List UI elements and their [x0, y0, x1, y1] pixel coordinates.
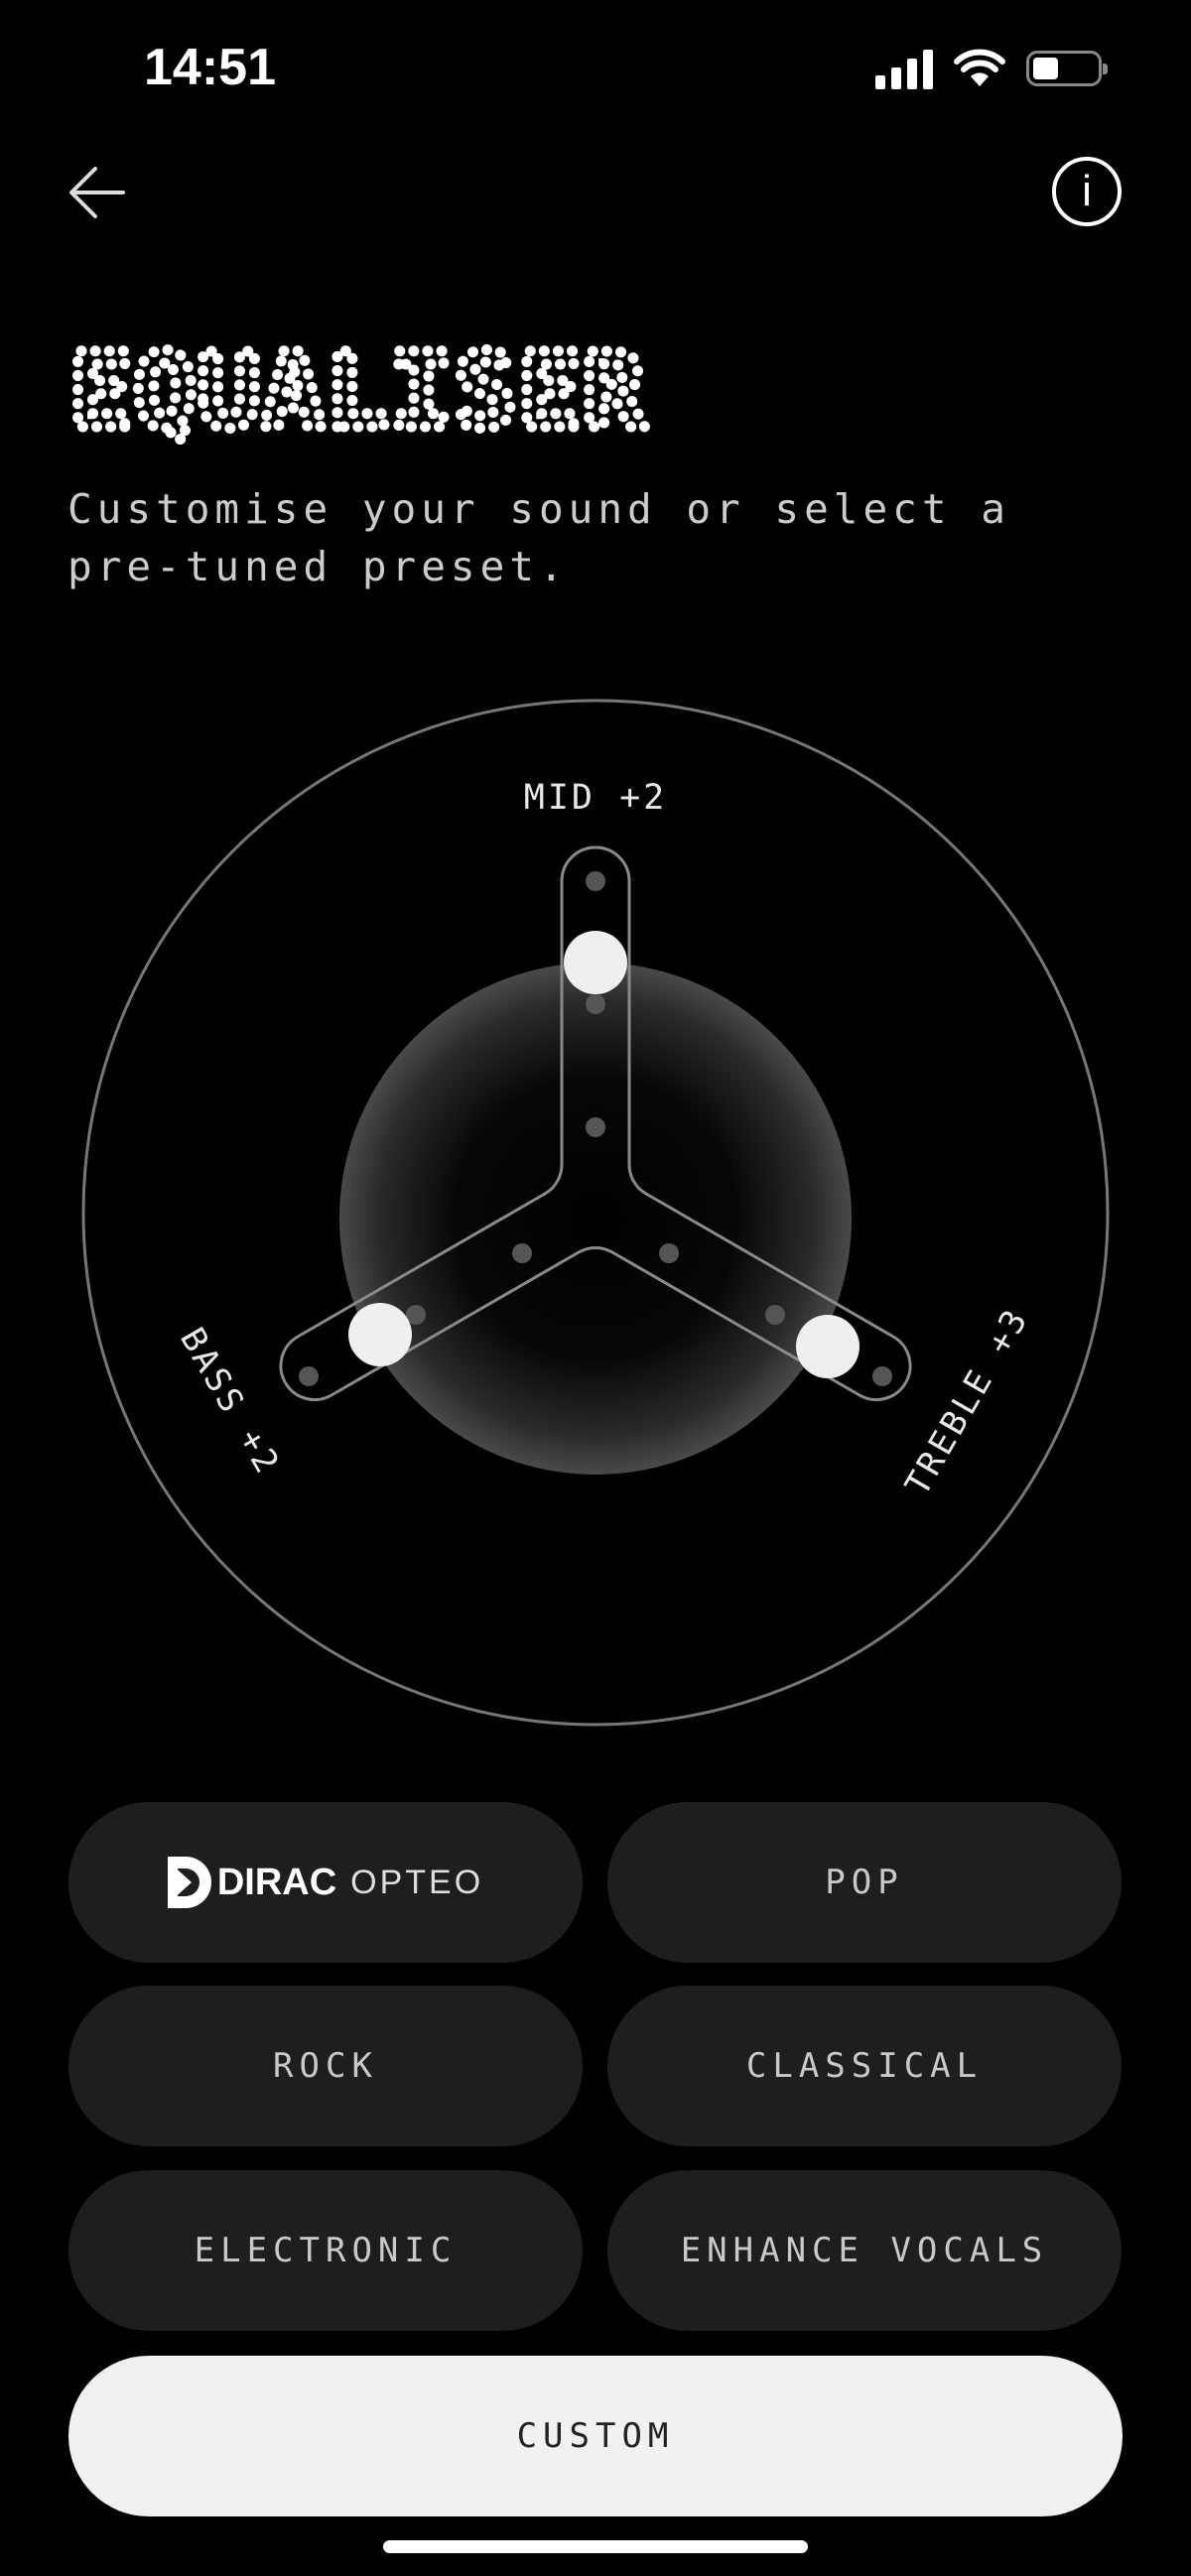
preset-electronic-label: ELECTRONIC	[194, 2231, 458, 2270]
bass-knob[interactable]	[348, 1303, 412, 1366]
page-subtitle: Customise your sound or select a pre-tun…	[67, 485, 1010, 590]
status-icons	[875, 48, 1108, 89]
bass-label: BASS +2	[172, 1321, 288, 1481]
cellular-signal-icon	[875, 48, 933, 89]
dial-center-glow	[339, 963, 852, 1475]
info-button[interactable]: i	[1052, 157, 1122, 226]
preset-enhance-vocals-button[interactable]: ENHANCE VOCALS	[607, 2170, 1122, 2331]
home-indicator	[383, 2540, 808, 2553]
page-title-wrapper: EQUALISER	[65, 325, 760, 457]
status-time: 14:51	[144, 39, 276, 96]
preset-rock-button[interactable]: ROCK	[68, 1986, 583, 2146]
wifi-icon	[954, 49, 1005, 86]
treble-label: TREBLE +3	[897, 1301, 1036, 1502]
page-title-svg: EQUALISER	[65, 325, 651, 457]
mid-label: MID +2	[524, 778, 667, 818]
preset-rock-label: ROCK	[273, 2046, 378, 2086]
treble-knob[interactable]	[796, 1315, 860, 1378]
preset-pop-button[interactable]: POP	[607, 1802, 1122, 1963]
preset-electronic-button[interactable]: ELECTRONIC	[68, 2170, 583, 2331]
arrow-left-icon	[69, 167, 125, 218]
dirac-logo-icon	[167, 1857, 211, 1908]
equaliser-dial[interactable]: MID +2 BASS +2 TREBLE +3	[0, 685, 1191, 1756]
preset-classical-label: CLASSICAL	[745, 2046, 984, 2086]
preset-custom-button[interactable]: CUSTOM	[68, 2356, 1123, 2516]
preset-custom-label: CUSTOM	[516, 2416, 675, 2456]
preset-pop-label: POP	[825, 1863, 904, 1902]
back-button[interactable]	[62, 157, 141, 228]
preset-enhance-vocals-label: ENHANCE VOCALS	[680, 2231, 1049, 2270]
page-title: EQUALISER	[69, 330, 647, 447]
mid-knob[interactable]	[564, 931, 627, 994]
dirac-brand-label: DIRAC	[216, 1861, 337, 1903]
preset-dirac-opteo-button[interactable]: DIRAC OPTEO	[68, 1802, 583, 1963]
battery-icon	[1026, 51, 1108, 86]
preset-classical-button[interactable]: CLASSICAL	[607, 1986, 1122, 2146]
opteo-label: OPTEO	[350, 1863, 484, 1901]
info-icon: i	[1082, 167, 1092, 215]
